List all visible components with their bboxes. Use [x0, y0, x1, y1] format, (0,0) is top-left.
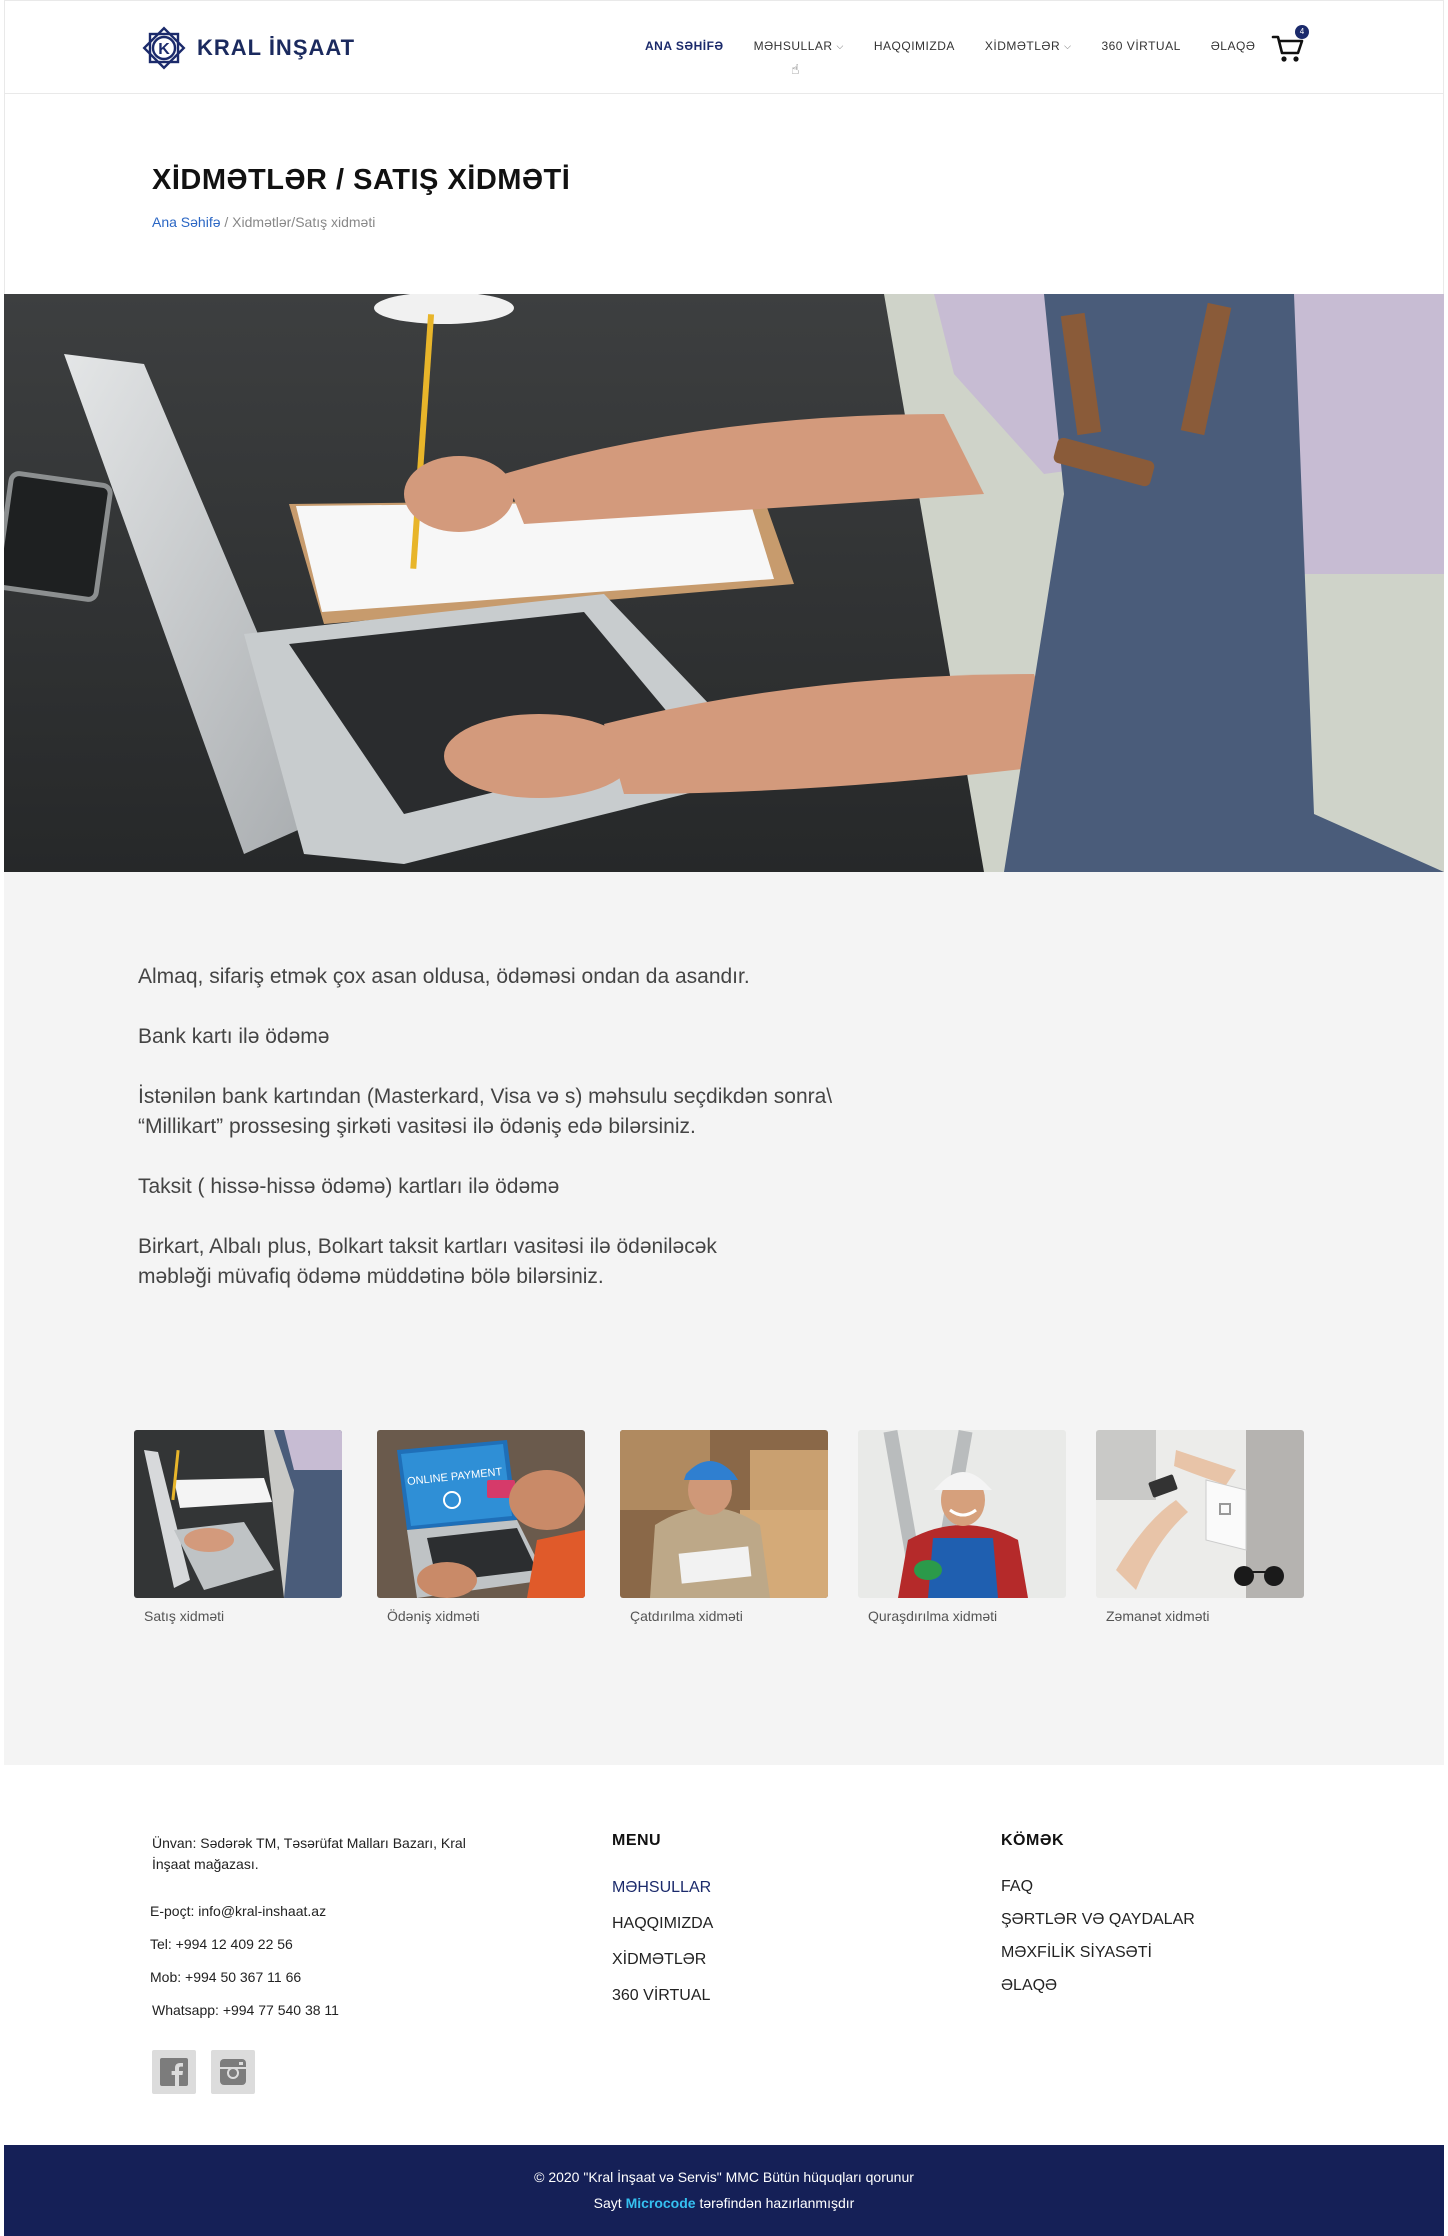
service-card-warranty[interactable]: Zəmanət xidməti — [1096, 1430, 1304, 1624]
credit-line: Sayt Microcode tərəfindən hazırlanmışdır — [4, 2195, 1444, 2211]
installment-heading: Taksit ( hissə-hissə ödəmə) kartları ilə… — [138, 1175, 560, 1198]
nav-item-products[interactable]: MƏHSULLAR ⌵ — [754, 39, 844, 53]
footer-help-faq[interactable]: FAQ — [1001, 1870, 1195, 1903]
services-gallery: Satış xidməti ONLINE PAYMENT Ödəniş xidm… — [134, 1430, 1324, 1630]
installer-photo-icon — [858, 1430, 1066, 1598]
nav-item-label: MƏHSULLAR — [753, 39, 833, 53]
facebook-button[interactable] — [152, 2050, 196, 2094]
service-card-installation[interactable]: Quraşdırılma xidməti — [858, 1430, 1066, 1624]
warranty-photo-icon — [1096, 1430, 1304, 1598]
facebook-icon — [160, 2058, 188, 2086]
nav-item-services[interactable]: XİDMƏTLƏR ⌵ — [985, 39, 1072, 53]
footer-menu-title: MENU — [612, 1832, 662, 1849]
service-caption: Zəmanət xidməti — [1106, 1608, 1210, 1624]
credit-prefix: Sayt — [593, 2195, 626, 2211]
nav-item-home[interactable]: ANA SƏHİFƏ — [645, 39, 724, 53]
footer-email[interactable]: E-poçt: info@kral-inshaat.az — [150, 1895, 339, 1928]
nav-item-label: ƏLAQƏ — [1210, 39, 1256, 53]
site-header: K KRAL İNŞAAT ANA SƏHİFƏ MƏHSULLAR ⌵ HAQ… — [4, 0, 1444, 94]
service-card-delivery[interactable]: Çatdırılma xidməti — [620, 1430, 828, 1624]
footer-menu-services[interactable]: XİDMƏTLƏR — [612, 1942, 713, 1978]
footer-tel[interactable]: Tel: +994 12 409 22 56 — [150, 1928, 339, 1961]
nav-item-label: HAQQIMIZDA — [873, 39, 955, 53]
service-caption: Ödəniş xidməti — [387, 1608, 480, 1624]
page-title: XİDMƏTLƏR / SATIŞ XİDMƏTİ — [152, 164, 571, 196]
service-caption: Satış xidməti — [144, 1608, 225, 1624]
nav-item-contact[interactable]: ƏLAQƏ — [1211, 39, 1256, 53]
credit-suffix: tərəfindən hazırlanmışdır — [695, 2195, 855, 2211]
logo-star-icon: K — [142, 26, 186, 70]
footer-whatsapp[interactable]: Whatsapp: +994 77 540 38 11 — [150, 1994, 339, 2027]
footer-help-contact[interactable]: ƏLAQƏ — [1001, 1969, 1195, 2002]
site-footer: Ünvan: Sədərək TM, Təsərüfat Malları Baz… — [4, 1765, 1444, 2145]
page: K KRAL İNŞAAT ANA SƏHİFƏ MƏHSULLAR ⌵ HAQ… — [0, 0, 1448, 2236]
hand-cursor-icon: ☝ — [791, 61, 800, 77]
copyright-text: © 2020 "Kral İnşaat və Servis" MMC Bütün… — [534, 2169, 914, 2185]
online-payment-photo-icon: ONLINE PAYMENT — [377, 1430, 585, 1598]
logo[interactable]: K KRAL İNŞAAT — [139, 23, 355, 73]
breadcrumb-home-link[interactable]: Ana Səhifə — [152, 214, 221, 230]
laptop-photo-icon — [134, 1430, 342, 1598]
main-nav: ANA SƏHİFƏ MƏHSULLAR ⌵ HAQQIMIZDA XİDMƏT… — [645, 39, 1285, 53]
svg-text:K: K — [158, 41, 170, 58]
content-section: Almaq, sifariş etmək çox asan oldusa, öd… — [4, 872, 1444, 1765]
payment-info-text: Almaq, sifariş etmək çox asan oldusa, öd… — [138, 962, 898, 1322]
footer-menu-360-virtual[interactable]: 360 VİRTUAL — [612, 1978, 713, 2014]
instagram-button[interactable] — [211, 2050, 255, 2094]
service-card-sales[interactable]: Satış xidməti — [134, 1430, 342, 1624]
chevron-down-icon: ⌵ — [836, 40, 844, 51]
service-caption: Çatdırılma xidməti — [630, 1608, 743, 1624]
service-caption: Quraşdırılma xidməti — [868, 1608, 998, 1624]
chevron-down-icon: ⌵ — [1064, 40, 1072, 51]
footer-help-terms[interactable]: ŞƏRTLƏR VƏ QAYDALAR — [1001, 1903, 1195, 1936]
footer-help-title: KÖMƏK — [1001, 1832, 1064, 1849]
title-band: XİDMƏTLƏR / SATIŞ XİDMƏTİ Ana Səhifə / X… — [4, 94, 1444, 294]
intro-paragraph: Almaq, sifariş etmək çox asan oldusa, öd… — [138, 965, 750, 988]
breadcrumb: Ana Səhifə / Xidmətlər/Satış xidməti — [152, 214, 375, 230]
nav-item-label: ANA SƏHİFƏ — [645, 39, 724, 53]
cart-button[interactable]: 4 — [1271, 25, 1309, 63]
instagram-icon — [220, 2059, 246, 2085]
nav-item-about[interactable]: HAQQIMIZDA — [874, 39, 955, 53]
delivery-photo-icon — [620, 1430, 828, 1598]
footer-help-privacy[interactable]: MƏXFİLİK SİYASƏTİ — [1001, 1936, 1195, 1969]
copyright-bar: © 2020 "Kral İnşaat və Servis" MMC Bütün… — [4, 2145, 1444, 2236]
nav-item-label: 360 VİRTUAL — [1101, 39, 1181, 53]
hero-image — [4, 294, 1444, 872]
footer-contacts: E-poçt: info@kral-inshaat.az Tel: +994 1… — [150, 1895, 339, 2027]
footer-menu-about[interactable]: HAQQIMIZDA — [612, 1906, 713, 1942]
cart-count-badge: 4 — [1295, 25, 1309, 39]
microcode-link[interactable]: Microcode — [626, 2195, 696, 2211]
installment-paragraph: Birkart, Albalı plus, Bolkart taksit kar… — [138, 1235, 717, 1288]
breadcrumb-current: / Xidmətlər/Satış xidməti — [220, 214, 376, 230]
service-card-payment[interactable]: ONLINE PAYMENT Ödəniş xidməti — [377, 1430, 585, 1624]
footer-address: Ünvan: Sədərək TM, Təsərüfat Malları Baz… — [152, 1835, 466, 1872]
nav-item-360-virtual[interactable]: 360 VİRTUAL — [1101, 39, 1180, 53]
footer-mob[interactable]: Mob: +994 50 367 11 66 — [150, 1961, 339, 1994]
logo-text: KRAL İNŞAAT — [197, 35, 356, 60]
nav-item-label: XİDMƏTLƏR — [984, 39, 1061, 53]
bank-card-heading: Bank kartı ilə ödəmə — [138, 1025, 330, 1048]
bank-card-paragraph: İstənilən bank kartından (Masterkard, Vi… — [138, 1085, 833, 1138]
footer-menu-products[interactable]: MƏHSULLAR — [612, 1870, 713, 1906]
hero-photo-laptop-writing — [4, 294, 1444, 872]
footer-help: KÖMƏK FAQ ŞƏRTLƏR VƏ QAYDALAR MƏXFİLİK S… — [1001, 1832, 1195, 2002]
footer-menu: MENU MƏHSULLAR HAQQIMIZDA XİDMƏTLƏR 360 … — [612, 1832, 713, 2014]
